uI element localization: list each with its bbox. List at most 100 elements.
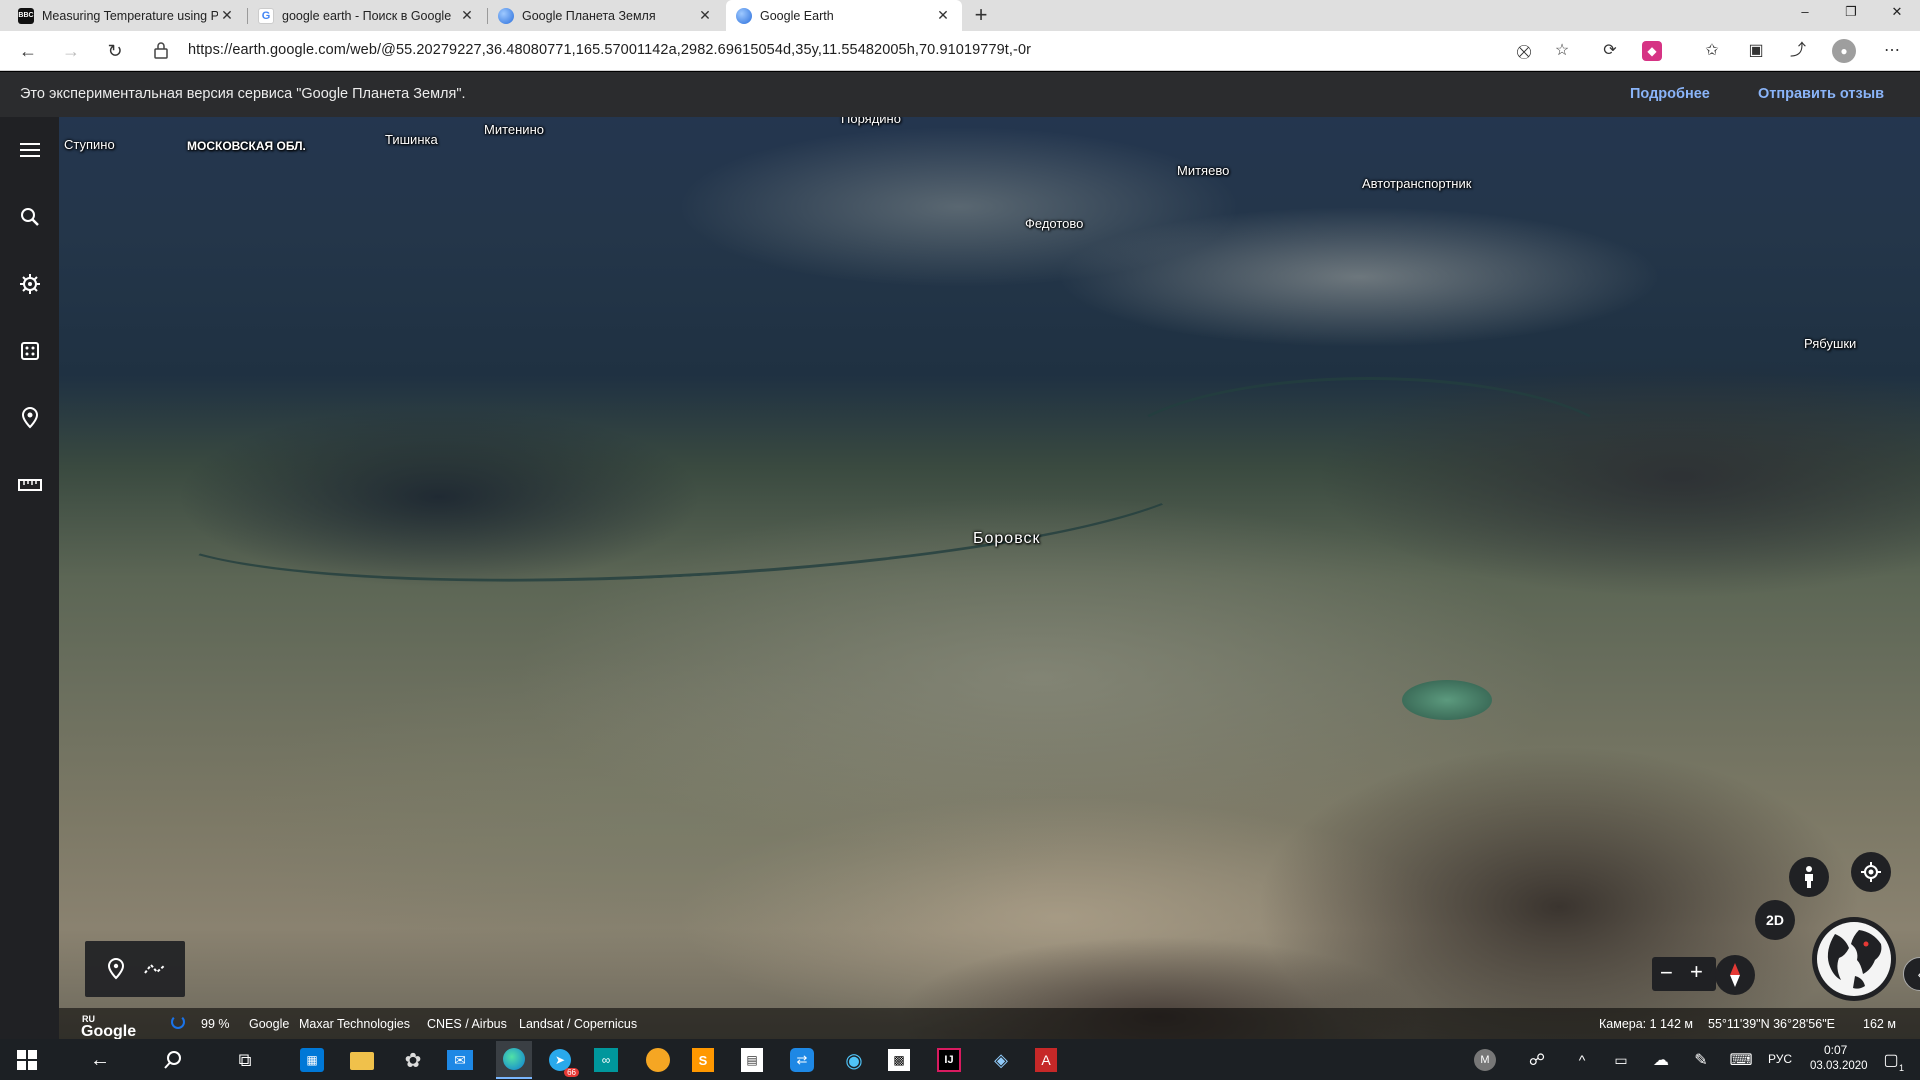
attribution-source[interactable]: CNES / Airbus <box>427 1017 507 1031</box>
place-label[interactable]: Тишинка <box>385 132 438 147</box>
google-icon: G <box>258 7 274 24</box>
place-label[interactable]: Автотранспортник <box>1362 176 1471 191</box>
edge-browser-icon[interactable] <box>496 1041 532 1079</box>
collapse-panel-button[interactable]: ‹ <box>1903 957 1920 991</box>
maximize-button[interactable]: ❐ <box>1828 0 1874 31</box>
zoom-in-button[interactable]: + <box>1690 959 1703 985</box>
lake <box>1402 680 1492 720</box>
add-placemark-icon[interactable] <box>107 958 125 980</box>
place-label[interactable]: Порядино <box>841 117 901 126</box>
street-view-pegman-button[interactable] <box>1789 857 1829 897</box>
my-places-button[interactable] <box>10 398 50 438</box>
globe-mini-map[interactable] <box>1812 917 1896 1001</box>
task-view-icon[interactable]: ⧉ <box>230 1045 260 1075</box>
place-label[interactable]: Митенино <box>484 122 544 137</box>
close-tab-icon[interactable]: ✕ <box>458 7 476 24</box>
tab-measuring-temperature[interactable]: BBC Measuring Temperature using Pi ✕ <box>8 0 246 31</box>
back-arrow-icon[interactable]: ← <box>85 1045 115 1075</box>
back-button[interactable]: ← <box>14 37 42 65</box>
more-menu-icon[interactable]: ⋯ <box>1880 39 1904 63</box>
attribution-source[interactable]: Maxar Technologies <box>299 1017 410 1031</box>
windows-taskbar: ← ⧉ ▦ ✿ ✉ ➤ 66 ∞ S ▤ ⇄ ◉ ▩ IJ ◈ A M ☍ ^ … <box>0 1039 1920 1080</box>
file-explorer-icon[interactable] <box>350 1052 374 1070</box>
place-label[interactable]: Федотово <box>1025 216 1083 231</box>
river <box>1109 377 1629 537</box>
remote-desktop-icon[interactable]: ◈ <box>986 1045 1016 1075</box>
user-avatar[interactable]: M <box>1474 1049 1496 1071</box>
new-tab-button[interactable]: + <box>968 2 994 28</box>
settings-app-icon[interactable]: ✿ <box>398 1045 428 1075</box>
learn-more-link[interactable]: Подробнее <box>1630 86 1710 102</box>
onedrive-icon[interactable]: ☁ <box>1646 1045 1676 1075</box>
menu-button[interactable] <box>10 130 50 170</box>
loading-percent: 99 % <box>201 1017 230 1031</box>
compass-button[interactable] <box>1715 955 1755 995</box>
earth-map-view[interactable]: Ступино МОСКОВСКАЯ ОБЛ. Тишинка Митенино… <box>59 117 1920 1039</box>
draw-path-icon[interactable] <box>143 961 167 977</box>
close-window-button[interactable]: ✕ <box>1874 0 1920 31</box>
feeling-lucky-button[interactable] <box>10 331 50 371</box>
voyager-button[interactable] <box>10 264 50 304</box>
notifications-icon[interactable]: ▢ 1 <box>1876 1045 1906 1075</box>
map-tools-panel <box>85 941 185 997</box>
place-label[interactable]: Рябушки <box>1804 336 1856 351</box>
close-tab-icon[interactable]: ✕ <box>696 7 714 24</box>
tab-google-search[interactable]: G google earth - Поиск в Google ✕ <box>248 0 486 31</box>
measure-button[interactable] <box>10 465 50 505</box>
headphones-app-icon[interactable] <box>643 1045 673 1075</box>
keyboard-icon[interactable]: ⌨ <box>1726 1045 1756 1075</box>
minimize-button[interactable]: – <box>1782 0 1828 31</box>
close-tab-icon[interactable]: ✕ <box>934 7 952 24</box>
pen-icon[interactable]: ✎ <box>1686 1045 1716 1075</box>
lock-icon[interactable] <box>154 41 168 59</box>
extension-icon[interactable]: ⟳ <box>1598 39 1622 63</box>
qr-app-icon[interactable]: ▩ <box>888 1049 910 1071</box>
vnc-app-icon[interactable]: ◉ <box>839 1045 869 1075</box>
coordinates: 55°11'39"N 36°28'56"E <box>1708 1017 1835 1031</box>
profile-avatar[interactable]: ● <box>1832 39 1856 63</box>
close-tab-icon[interactable]: ✕ <box>218 7 236 24</box>
earth-sidebar <box>0 117 59 1039</box>
mail-icon[interactable]: ✉ <box>447 1050 473 1070</box>
attribution-source[interactable]: Landsat / Copernicus <box>519 1017 637 1031</box>
address-field[interactable]: https://earth.google.com/web/@55.2027922… <box>188 42 1031 58</box>
network-icon[interactable]: ▭ <box>1606 1045 1636 1075</box>
zoom-out-button[interactable]: − <box>1660 960 1673 986</box>
place-label[interactable]: Боровск <box>973 530 1041 548</box>
my-location-button[interactable] <box>1851 852 1891 892</box>
sync-app-icon[interactable]: ⇄ <box>790 1048 814 1072</box>
intellij-icon[interactable]: IJ <box>937 1048 961 1072</box>
place-label[interactable]: Митяево <box>1177 163 1229 178</box>
forward-button[interactable]: → <box>57 37 85 65</box>
store-icon[interactable]: ▦ <box>300 1048 324 1072</box>
tab-google-earth[interactable]: Google Earth ✕ <box>726 0 962 31</box>
reload-button[interactable]: ↻ <box>101 37 129 65</box>
spreadsheet-app-icon[interactable]: ▤ <box>741 1048 763 1072</box>
favorite-star-icon[interactable]: ☆ <box>1550 39 1574 63</box>
place-label[interactable]: Ступино <box>64 137 115 152</box>
taskbar-search-icon[interactable] <box>158 1045 188 1075</box>
extension-pink-icon[interactable]: ◆ <box>1642 41 1662 61</box>
sublime-icon[interactable]: S <box>692 1048 714 1072</box>
clock-time[interactable]: 0:07 <box>1824 1043 1847 1057</box>
tray-expand-icon[interactable]: ^ <box>1567 1045 1597 1075</box>
telegram-icon[interactable]: ➤ 66 <box>545 1045 579 1077</box>
start-button[interactable] <box>12 1045 42 1075</box>
send-feedback-link[interactable]: Отправить отзыв <box>1758 86 1884 102</box>
clock-date[interactable]: 03.03.2020 <box>1810 1060 1868 1072</box>
tracking-prevention-icon[interactable]: ⛒ <box>1512 39 1536 63</box>
favorites-icon[interactable]: ✩ <box>1700 39 1724 63</box>
people-icon[interactable]: ☍ <box>1522 1045 1552 1075</box>
toggle-2d-button[interactable]: 2D <box>1755 900 1795 940</box>
share-icon[interactable]: ⤴ <box>1786 39 1810 63</box>
language-indicator[interactable]: РУС <box>1768 1052 1792 1066</box>
attribution-bar: Google RU 99 % Google Maxar Technologies … <box>59 1008 1920 1040</box>
compass-icon <box>1730 963 1740 987</box>
collections-icon[interactable]: ▣ <box>1744 39 1768 63</box>
tab-google-planet-earth[interactable]: Google Планета Земля ✕ <box>488 0 724 31</box>
acrobat-icon[interactable]: A <box>1035 1048 1057 1072</box>
search-button[interactable] <box>10 197 50 237</box>
attribution-source[interactable]: Google <box>249 1017 289 1031</box>
arduino-icon[interactable]: ∞ <box>594 1048 618 1072</box>
place-label[interactable]: МОСКОВСКАЯ ОБЛ. <box>187 139 306 153</box>
